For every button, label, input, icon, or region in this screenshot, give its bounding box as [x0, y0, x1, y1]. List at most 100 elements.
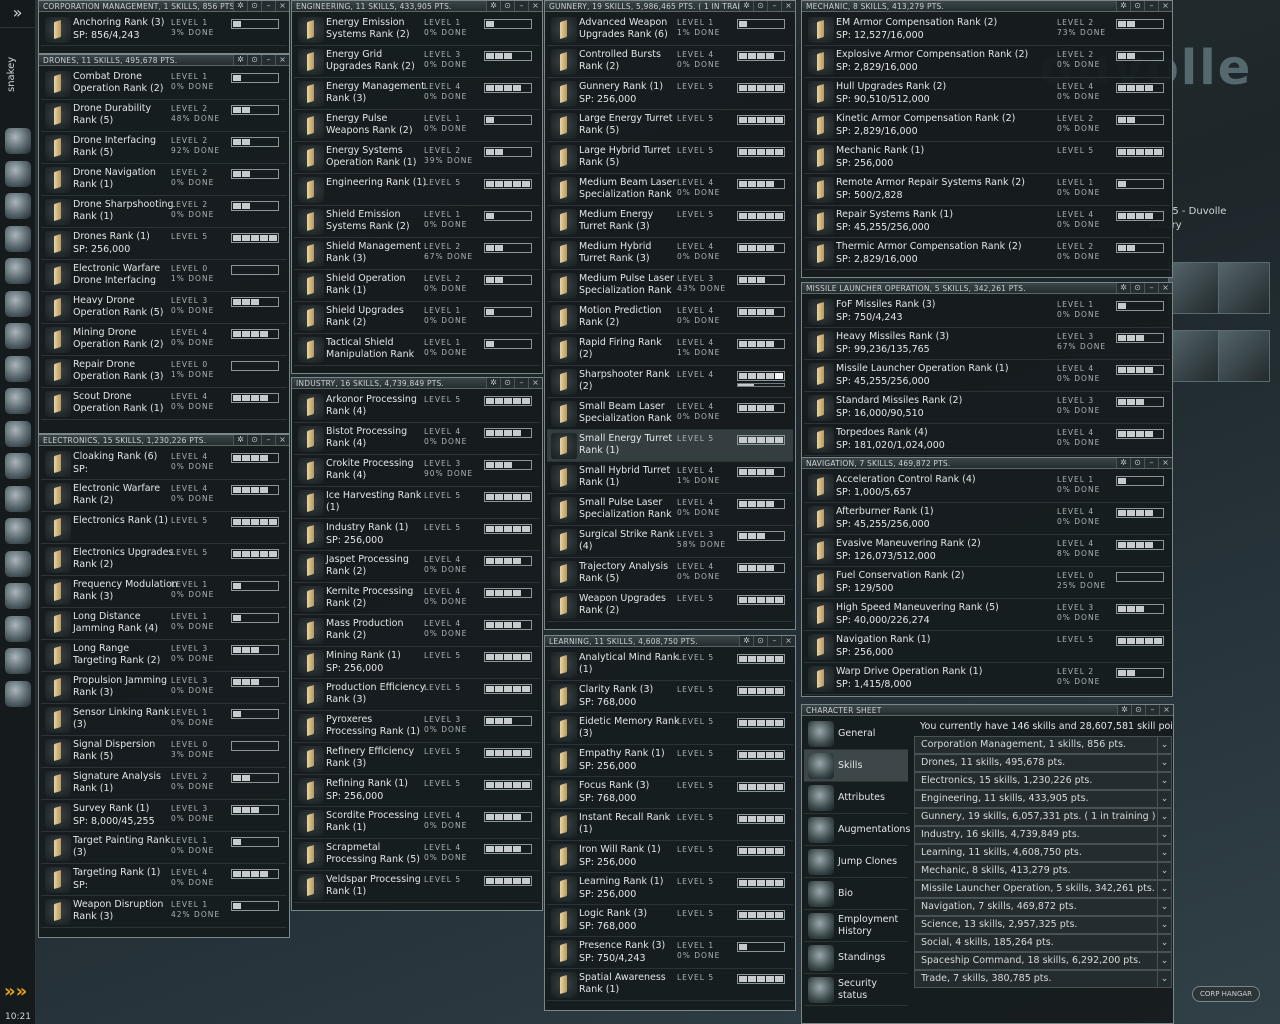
skill-row[interactable]: Energy Management Rank (3) LEVEL 4 0% DON… [294, 78, 540, 110]
close-icon[interactable]: × [275, 55, 289, 65]
pin-icon[interactable]: ✲ [739, 636, 753, 646]
neocom-arrows-icon[interactable]: »» [4, 982, 32, 1002]
minimize-icon[interactable]: – [261, 55, 275, 65]
skill-row[interactable]: Mining Drone Operation Rank (2) LEVEL 4 0… [41, 324, 287, 356]
skill-row[interactable]: Anchoring Rank (3) SP: 856/4,243 LEVEL 1 3… [41, 14, 287, 46]
pin-icon[interactable]: ✲ [233, 1, 247, 11]
skill-window-missile-launcher[interactable]: MISSILE LAUNCHER OPERATION, 5 SKILLS, 34… [801, 282, 1173, 458]
skill-row[interactable]: Learning Rank (1) SP: 256,000 LEVEL 5 [547, 873, 793, 905]
options-icon[interactable]: ⊙ [500, 378, 514, 388]
pin-icon[interactable]: ✲ [486, 1, 500, 11]
skill-group-row[interactable]: Corporation Management, 1 skills, 856 pt… [914, 736, 1172, 754]
skill-row[interactable]: Medium Beam Laser Specialization Rank LEV… [547, 174, 793, 206]
minimize-icon[interactable]: – [767, 1, 781, 11]
skill-row[interactable]: Propulsion Jamming Rank (3) LEVEL 3 0% DO… [41, 672, 287, 704]
skill-row[interactable]: Spatial Awareness Rank (1) LEVEL 5 [547, 969, 793, 1001]
skill-row[interactable]: Ice Harvesting Rank (1) LEVEL 5 [294, 487, 540, 519]
skill-row[interactable]: Instant Recall Rank (1) LEVEL 5 [547, 809, 793, 841]
skill-window-gunnery[interactable]: GUNNERY, 19 SKILLS, 5,986,465 PTS. ( 1 I… [544, 0, 796, 630]
options-icon[interactable]: ⊙ [247, 435, 261, 445]
skill-row[interactable]: Jaspet Processing Rank (2) LEVEL 4 0% DON… [294, 551, 540, 583]
skill-row[interactable]: Target Painting Rank (3) LEVEL 1 0% DONE [41, 832, 287, 864]
skill-row[interactable]: Frequency Modulation Rank (3) LEVEL 1 0% … [41, 576, 287, 608]
minimize-icon[interactable]: – [1144, 1, 1158, 11]
skill-row[interactable]: Acceleration Control Rank (4) SP: 1,000/5… [804, 471, 1170, 503]
minimize-icon[interactable]: – [261, 1, 275, 11]
close-icon[interactable]: × [528, 378, 542, 388]
skill-row[interactable]: Drone Sharpshooting Rank (1) LEVEL 2 0% D… [41, 196, 287, 228]
expand-chevron-icon[interactable]: ⌄ [1157, 809, 1171, 825]
close-icon[interactable]: × [1158, 458, 1172, 468]
skill-row[interactable]: Advanced Weapon Upgrades Rank (6) LEVEL 1… [547, 14, 793, 46]
skill-row[interactable]: Evasive Maneuvering Rank (2) SP: 126,073/… [804, 535, 1170, 567]
character-sheet-tab[interactable]: Bio [804, 878, 908, 910]
skill-row[interactable]: Empathy Rank (1) SP: 256,000 LEVEL 5 [547, 745, 793, 777]
minimize-icon[interactable]: – [261, 435, 275, 445]
pin-icon[interactable]: ✲ [1116, 1, 1130, 11]
notepad-icon[interactable] [5, 225, 31, 252]
mail-icon[interactable] [5, 193, 31, 219]
skill-row[interactable]: Electronic Warfare Rank (2) LEVEL 4 0% DO… [41, 480, 287, 512]
people-icon[interactable] [5, 420, 31, 447]
character-sheet-tab[interactable]: Skills [804, 750, 908, 782]
expand-chevron-icon[interactable]: ⌄ [1157, 899, 1171, 915]
window-header[interactable]: LEARNING, 11 SKILLS, 4,608,750 PTS. ✲ ⊙ – × [545, 636, 795, 647]
skill-row[interactable]: Refining Rank (1) SP: 256,000 LEVEL 5 [294, 775, 540, 807]
options-icon[interactable]: ⊙ [1131, 705, 1145, 715]
skill-row[interactable]: EM Armor Compensation Rank (2) SP: 12,527… [804, 14, 1170, 46]
station-service-icon[interactable] [1168, 330, 1220, 382]
skill-row[interactable]: Scout Drone Operation Rank (1) LEVEL 4 0%… [41, 388, 287, 420]
skill-row[interactable]: Gunnery Rank (1) SP: 256,000 LEVEL 5 [547, 78, 793, 110]
window-header[interactable]: MECHANIC, 8 SKILLS, 413,279 PTS. ✲ ⊙ – × [802, 1, 1172, 12]
skill-row[interactable]: Small Pulse Laser Specialization Rank LEV… [547, 494, 793, 526]
window-header[interactable]: CORPORATION MANAGEMENT, 1 SKILLS, 856 PT… [39, 1, 289, 12]
cargo-icon[interactable] [5, 388, 31, 414]
skill-row[interactable]: Signal Dispersion Rank (5) LEVEL 0 3% DON… [41, 736, 287, 768]
skill-row[interactable]: Presence Rank (3) SP: 750/4,243 LEVEL 1 0%… [547, 937, 793, 969]
skill-row[interactable]: Drone Durability Rank (5) LEVEL 2 48% DON… [41, 100, 287, 132]
skill-row[interactable]: Production Efficiency Rank (3) LEVEL 5 [294, 679, 540, 711]
skill-row[interactable]: Small Hybrid Turret Rank (1) LEVEL 4 1% D… [547, 462, 793, 494]
character-sheet-tab[interactable]: Jump Clones [804, 846, 908, 878]
map-icon[interactable] [5, 160, 31, 187]
skill-window-mechanic[interactable]: MECHANIC, 8 SKILLS, 413,279 PTS. ✲ ⊙ – × EM A… [801, 0, 1173, 278]
pin-icon[interactable]: ✲ [739, 1, 753, 11]
skill-row[interactable]: Signature Analysis Rank (1) LEVEL 2 0% DO… [41, 768, 287, 800]
window-header[interactable]: INDUSTRY, 16 SKILLS, 4,739,849 PTS. ✲ ⊙ – × [292, 378, 542, 389]
skill-group-row[interactable]: Mechanic, 8 skills, 413,279 pts. ⌄ [914, 862, 1172, 880]
skill-group-row[interactable]: Engineering, 11 skills, 433,905 pts. ⌄ [914, 790, 1172, 808]
close-icon[interactable]: × [781, 636, 795, 646]
skill-row[interactable]: High Speed Maneuvering Rank (5) SP: 40,00… [804, 599, 1170, 631]
skill-row[interactable]: Surgical Strike Rank (4) LEVEL 3 58% DONE [547, 526, 793, 558]
skill-row[interactable]: Cloaking Rank (6) SP: LEVEL 4 0% DONE [41, 448, 287, 480]
skill-row[interactable]: Medium Pulse Laser Specialization Rank LE… [547, 270, 793, 302]
minimize-icon[interactable]: – [767, 636, 781, 646]
skill-group-row[interactable]: Navigation, 7 skills, 469,872 pts. ⌄ [914, 898, 1172, 916]
skill-row[interactable]: Shield Upgrades Rank (2) LEVEL 1 0% DONE [294, 302, 540, 334]
skill-row[interactable]: Small Beam Laser Specialization Rank LEVE… [547, 398, 793, 430]
character-sheet-tab[interactable]: Augmentations [804, 814, 910, 846]
skill-row[interactable]: Standard Missiles Rank (2) SP: 16,000/90,… [804, 392, 1170, 424]
minimize-icon[interactable]: – [514, 1, 528, 11]
skill-row[interactable]: Drone Navigation Rank (1) LEVEL 2 0% DONE [41, 164, 287, 196]
skill-row[interactable]: Sensor Linking Rank (3) LEVEL 1 0% DONE [41, 704, 287, 736]
assets-icon[interactable] [5, 648, 31, 674]
skill-row[interactable]: Explosive Armor Compensation Rank (2) SP:… [804, 46, 1170, 78]
skill-row[interactable]: Heavy Drone Operation Rank (5) LEVEL 3 0%… [41, 292, 287, 324]
options-icon[interactable]: ⊙ [247, 1, 261, 11]
skill-row[interactable]: Drone Interfacing Rank (5) LEVEL 2 92% DO… [41, 132, 287, 164]
journal-icon[interactable] [5, 518, 31, 544]
skill-window-corporation-management[interactable]: CORPORATION MANAGEMENT, 1 SKILLS, 856 PT… [38, 0, 290, 54]
character-sheet-tab[interactable]: Security status [804, 974, 908, 1006]
skill-row[interactable]: Clarity Rank (3) SP: 768,000 LEVEL 5 [547, 681, 793, 713]
skill-row[interactable]: Repair Systems Rank (1) SP: 45,255/256,00… [804, 206, 1170, 238]
skill-row[interactable]: Heavy Missiles Rank (3) SP: 99,236/135,76… [804, 328, 1170, 360]
skill-group-row[interactable]: Spaceship Command, 18 skills, 6,292,200 … [914, 952, 1172, 970]
skill-row[interactable]: Shield Management Rank (3) LEVEL 2 67% DO… [294, 238, 540, 270]
character-icon[interactable] [5, 128, 31, 154]
expand-chevron-icon[interactable]: ⌄ [1157, 881, 1171, 897]
expand-chevron-icon[interactable]: ⌄ [1157, 935, 1171, 951]
skill-row[interactable]: Scordite Processing Rank (1) LEVEL 4 0% D… [294, 807, 540, 839]
neocom-expand-icon[interactable]: » [0, 0, 35, 28]
contracts-icon[interactable] [5, 583, 31, 609]
